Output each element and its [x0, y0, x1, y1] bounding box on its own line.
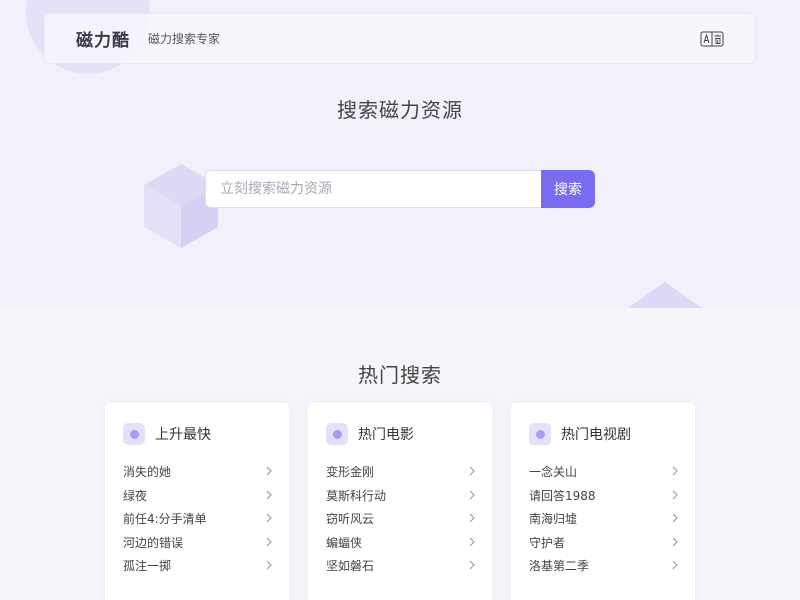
site-logo[interactable]: 磁力酷	[76, 26, 130, 51]
list-item[interactable]: 窃听风云	[326, 508, 476, 532]
card-list: 消失的她 绿夜 前任4:分手清单 河边的错误 孤注一掷	[123, 461, 273, 579]
list-item-label: 请回答1988	[529, 488, 596, 503]
list-item[interactable]: 南海归墟	[529, 508, 679, 532]
list-item[interactable]: 变形金刚	[326, 461, 476, 485]
decorative-triangle	[628, 282, 702, 308]
list-item-label: 变形金刚	[326, 465, 375, 479]
translate-icon[interactable]	[700, 30, 724, 48]
list-item-label: 洛基第二季	[529, 559, 590, 573]
list-item[interactable]: 洛基第二季	[529, 555, 679, 579]
chevron-right-icon	[469, 560, 475, 570]
list-item-label: 绿夜	[123, 488, 148, 503]
card-list: 变形金刚 莫斯科行动 窃听风云 蝙蝠侠 坚如磐石	[326, 461, 476, 579]
card-title: 热门电视剧	[561, 427, 631, 443]
list-item-label: 前任4:分手清单	[123, 512, 207, 526]
chevron-right-icon	[266, 466, 272, 476]
hero-section: 磁力酷 磁力搜索专家 搜索磁力资源 搜索	[0, 0, 800, 308]
card-header: 热门电视剧	[529, 423, 631, 445]
search-box: 搜索	[205, 170, 595, 208]
hot-search-title: 热门搜索	[358, 363, 442, 387]
card-list: 一念关山 请回答1988 南海归墟 守护者 洛基第二季	[529, 461, 679, 579]
card-header: 上升最快	[123, 423, 211, 445]
list-item-label: 孤注一掷	[123, 559, 172, 573]
list-item-label: 蝙蝠侠	[326, 535, 363, 550]
chevron-right-icon	[672, 560, 678, 570]
card-header: 热门电影	[326, 423, 414, 445]
list-item[interactable]: 守护者	[529, 532, 679, 556]
card-dot-icon	[326, 423, 348, 445]
list-item[interactable]: 请回答1988	[529, 485, 679, 509]
list-item[interactable]: 一念关山	[529, 461, 679, 485]
chevron-right-icon	[469, 513, 475, 523]
list-item[interactable]: 河边的错误	[123, 532, 273, 556]
hero-title: 搜索磁力资源	[337, 98, 463, 122]
list-item[interactable]: 莫斯科行动	[326, 485, 476, 509]
card-dot-icon	[529, 423, 551, 445]
list-item[interactable]: 消失的她	[123, 461, 273, 485]
list-item-label: 消失的她	[123, 465, 172, 479]
chevron-right-icon	[672, 466, 678, 476]
chevron-right-icon	[266, 537, 272, 546]
hot-card-rising: 上升最快 消失的她 绿夜 前任4:分手清单 河边的错误 孤注一掷	[105, 403, 289, 600]
chevron-right-icon	[672, 490, 678, 499]
list-item[interactable]: 前任4:分手清单	[123, 508, 273, 532]
list-item[interactable]: 孤注一掷	[123, 555, 273, 579]
list-item[interactable]: 坚如磐石	[326, 555, 476, 579]
list-item-label: 坚如磐石	[326, 559, 375, 573]
list-item-label: 一念关山	[529, 465, 578, 479]
list-item[interactable]: 绿夜	[123, 485, 273, 509]
site-slogan: 磁力搜索专家	[148, 32, 221, 46]
chevron-right-icon	[266, 560, 272, 570]
chevron-right-icon	[266, 513, 272, 523]
list-item[interactable]: 蝙蝠侠	[326, 532, 476, 556]
chevron-right-icon	[469, 537, 475, 546]
search-input[interactable]	[205, 170, 541, 208]
card-title: 上升最快	[155, 427, 211, 443]
search-button[interactable]: 搜索	[541, 170, 595, 208]
hot-card-tv: 热门电视剧 一念关山 请回答1988 南海归墟 守护者 洛基第二季	[511, 403, 695, 600]
list-item-label: 窃听风云	[326, 512, 375, 526]
chevron-right-icon	[672, 537, 678, 546]
chevron-right-icon	[469, 490, 475, 499]
card-dot-icon	[123, 423, 145, 445]
list-item-label: 南海归墟	[529, 512, 578, 526]
list-item-label: 河边的错误	[123, 535, 184, 550]
chevron-right-icon	[469, 466, 475, 476]
list-item-label: 莫斯科行动	[326, 488, 387, 503]
card-title: 热门电影	[358, 427, 414, 443]
navbar: 磁力酷 磁力搜索专家	[44, 13, 756, 64]
chevron-right-icon	[266, 490, 272, 499]
list-item-label: 守护者	[529, 535, 566, 550]
chevron-right-icon	[672, 513, 678, 523]
hot-card-movies: 热门电影 变形金刚 莫斯科行动 窃听风云 蝙蝠侠 坚如磐石	[308, 403, 492, 600]
